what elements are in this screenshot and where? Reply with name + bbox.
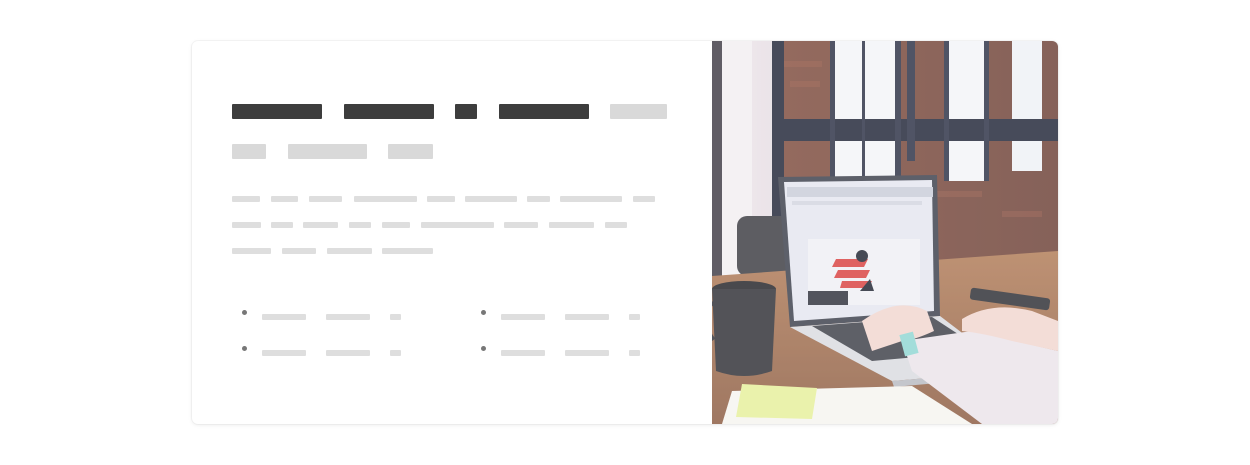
text-word bbox=[504, 222, 538, 228]
text-word bbox=[629, 350, 640, 356]
heading-word bbox=[499, 104, 589, 119]
text-word bbox=[421, 222, 494, 228]
text-word bbox=[262, 314, 306, 320]
text-word bbox=[560, 196, 622, 202]
text-word bbox=[327, 248, 372, 254]
text-word bbox=[549, 222, 594, 228]
text-word bbox=[501, 350, 545, 356]
text-word bbox=[565, 314, 609, 320]
heading-word bbox=[610, 104, 667, 119]
text-word bbox=[262, 350, 306, 356]
text-word bbox=[382, 248, 433, 254]
text-word bbox=[501, 314, 545, 320]
office-laptop-photo bbox=[712, 41, 1058, 424]
heading-word bbox=[455, 104, 477, 119]
bullet-icon bbox=[242, 310, 247, 315]
heading-word bbox=[344, 104, 434, 119]
heading-word bbox=[232, 104, 322, 119]
text-word bbox=[605, 222, 627, 228]
text-word bbox=[354, 196, 417, 202]
text-word bbox=[633, 196, 655, 202]
bullet-icon bbox=[481, 310, 486, 315]
heading-word bbox=[232, 144, 266, 159]
text-word bbox=[382, 222, 410, 228]
text-word bbox=[303, 222, 338, 228]
bullet-icon bbox=[242, 346, 247, 351]
text-word bbox=[271, 222, 293, 228]
text-word bbox=[326, 314, 370, 320]
bullet-icon bbox=[481, 346, 486, 351]
text-word bbox=[326, 350, 370, 356]
text-word bbox=[309, 196, 342, 202]
text-word bbox=[390, 350, 401, 356]
text-word bbox=[271, 196, 298, 202]
text-word bbox=[427, 196, 455, 202]
text-word bbox=[390, 314, 401, 320]
text-word bbox=[629, 314, 640, 320]
text-word bbox=[232, 196, 260, 202]
heading-word bbox=[388, 144, 433, 159]
text-word bbox=[232, 248, 271, 254]
text-word bbox=[232, 222, 261, 228]
feature-card bbox=[192, 41, 1058, 424]
heading-word bbox=[288, 144, 367, 159]
text-word bbox=[565, 350, 609, 356]
text-word bbox=[527, 196, 550, 202]
text-word bbox=[282, 248, 316, 254]
text-word bbox=[465, 196, 517, 202]
text-word bbox=[349, 222, 371, 228]
